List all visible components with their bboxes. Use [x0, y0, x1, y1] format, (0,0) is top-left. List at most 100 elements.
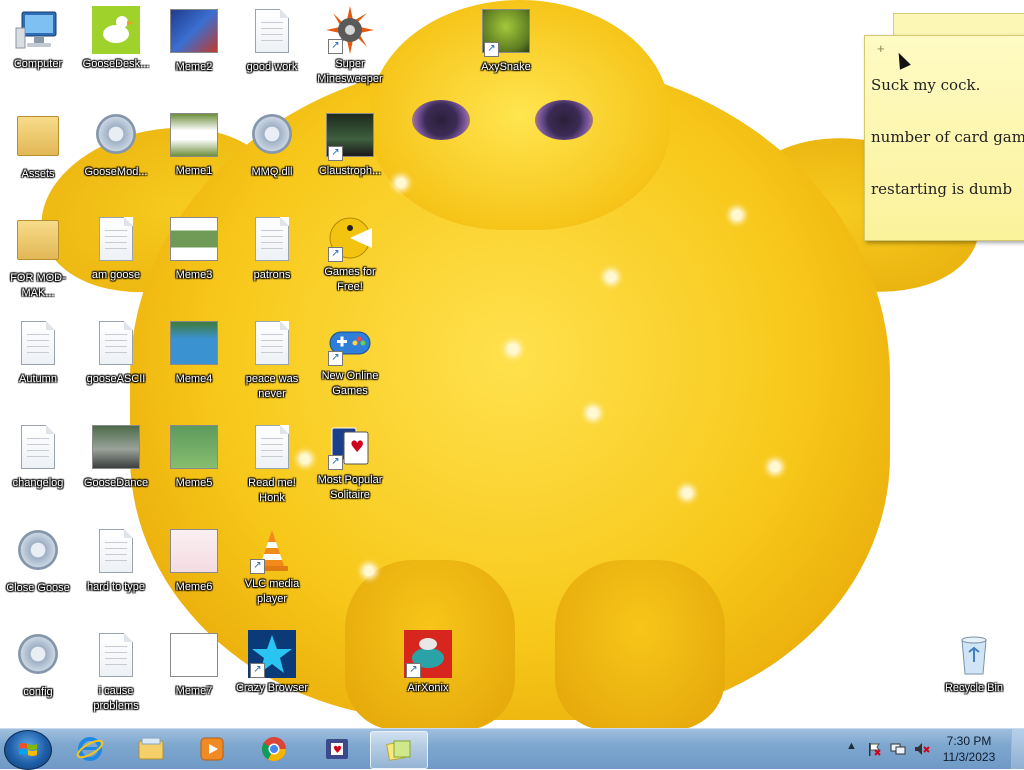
desktop-icon-label: changelog — [12, 477, 64, 489]
desktop-icon-label: Meme1 — [175, 165, 213, 177]
desktop-icon-config[interactable]: config — [0, 630, 76, 700]
taskbar-sticky-notes[interactable] — [370, 731, 428, 769]
shortcut-arrow-icon: ↗ — [250, 559, 265, 574]
desktop-icon-label: Claustroph... — [318, 165, 382, 177]
desktop-icon-meme3[interactable]: Meme3 — [156, 214, 232, 283]
desktop-icon-goose-dance[interactable]: GooseDance — [78, 422, 154, 491]
show-hidden-icons-arrow[interactable]: ▲ — [846, 740, 862, 756]
dll-file-icon — [248, 114, 296, 162]
add-note-button[interactable]: + — [877, 41, 885, 56]
shortcut-arrow-icon: ↗ — [328, 455, 343, 470]
desktop-icon-label: Meme4 — [175, 373, 213, 385]
start-button[interactable] — [4, 730, 52, 770]
desktop-icon-hard-to-type[interactable]: hard to type — [78, 526, 154, 595]
taskbar-goose-desktop[interactable]: ♥ — [309, 731, 365, 767]
desktop-icon-vlc[interactable]: ↗ VLC media player — [234, 526, 310, 607]
desktop-icon-label: Crazy Browser — [235, 682, 309, 694]
desktop-icon-good-work[interactable]: good work — [234, 6, 310, 75]
desktop-icon-goose-desktop[interactable]: GooseDesk... — [78, 6, 154, 72]
desktop-icon-autumn[interactable]: Autumn — [0, 318, 76, 387]
desktop-icon-label: Close Goose — [6, 582, 70, 594]
desktop-icon-assets[interactable]: Assets — [0, 110, 76, 182]
desktop-icon-crazy-browser[interactable]: ↗ Crazy Browser — [234, 630, 310, 696]
desktop[interactable]: Computer Assets FOR MOD-MAK... Autumn ch… — [0, 0, 1024, 728]
desktop-icon-goose-mod[interactable]: GooseMod... — [78, 110, 154, 180]
taskbar-chrome[interactable] — [246, 731, 302, 767]
desktop-icon-super-minesweeper[interactable]: ↗ Super Minesweeper — [312, 6, 388, 87]
wallpaper-sparkle — [732, 210, 742, 220]
desktop-icon-mod-maker-folder[interactable]: FOR MOD-MAK... — [0, 214, 76, 301]
chrome-icon — [261, 737, 286, 762]
desktop-icon-read-me-honk[interactable]: Read me! Honk — [234, 422, 310, 506]
action-center-flag-icon[interactable] — [866, 741, 882, 757]
sticky-note[interactable]: + Suck my cock. number of card games hat… — [864, 35, 1024, 241]
game-icon: ↗ — [326, 113, 374, 161]
desktop-icon-i-cause-problems[interactable]: i cause problems — [78, 630, 154, 714]
system-tray: ▲ 7:30 PM 11/3/2023 — [840, 729, 1024, 769]
text-document-icon — [92, 633, 140, 681]
desktop-icon-goose-ascii[interactable]: gooseASCII — [78, 318, 154, 387]
image-thumbnail-icon — [170, 113, 218, 161]
desktop-icon-meme2[interactable]: Meme2 — [156, 6, 232, 75]
desktop-icon-peace-was-never[interactable]: peace was never — [234, 318, 310, 402]
wallpaper-sparkle — [588, 408, 598, 418]
desktop-icon-label: GooseDesk... — [82, 58, 150, 70]
show-desktop-button[interactable] — [1011, 729, 1024, 769]
desktop-icon-claustrophobia[interactable]: ↗ Claustroph... — [312, 110, 388, 179]
wallpaper-eye — [535, 100, 593, 140]
taskbar-clock[interactable]: 7:30 PM 11/3/2023 — [934, 733, 1004, 765]
desktop-icon-games-for-free[interactable]: ↗ Games for Free! — [312, 214, 388, 295]
image-thumbnail-icon — [170, 217, 218, 265]
folder-icon — [14, 220, 62, 268]
folder-icon — [14, 116, 62, 164]
desktop-icon-label: AxySnake — [481, 61, 531, 73]
desktop-icon-label: GooseMod... — [84, 166, 148, 178]
text-document-icon — [14, 321, 62, 369]
network-icon[interactable] — [890, 741, 906, 757]
desktop-icon-label: hard to type — [86, 581, 146, 593]
clock-time: 7:30 PM — [946, 734, 992, 748]
desktop-icon-meme7[interactable]: Meme7 — [156, 630, 232, 699]
desktop-icon-label: am goose — [91, 269, 141, 281]
desktop-icon-solitaire[interactable]: ♥ ↗ Most Popular Solitaire — [312, 422, 388, 503]
desktop-icon-changelog[interactable]: changelog — [0, 422, 76, 491]
pacman-icon: ↗ — [326, 214, 374, 262]
text-document-icon — [248, 9, 296, 57]
desktop-icon-computer[interactable]: Computer — [0, 6, 76, 72]
volume-muted-icon[interactable] — [914, 741, 930, 757]
desktop-icon-label: Autumn — [19, 373, 57, 385]
desktop-icon-close-goose[interactable]: Close Goose — [0, 526, 76, 596]
desktop-icon-axysnake[interactable]: ↗ AxySnake — [468, 6, 544, 75]
desktop-icon-label: Recycle Bin — [944, 682, 1004, 694]
desktop-icon-recycle-bin[interactable]: Recycle Bin — [936, 630, 1012, 696]
taskbar-file-explorer[interactable] — [123, 731, 179, 767]
video-thumbnail-icon — [92, 425, 140, 473]
wallpaper-sparkle — [682, 488, 692, 498]
shortcut-arrow-icon: ↗ — [328, 351, 343, 366]
text-document-icon — [92, 529, 140, 577]
text-document-icon — [92, 217, 140, 265]
desktop-icon-meme1[interactable]: Meme1 — [156, 110, 232, 179]
taskbar-internet-explorer[interactable] — [62, 731, 118, 767]
desktop-icon-meme5[interactable]: Meme5 — [156, 422, 232, 491]
desktop-icon-label: AirXonix — [407, 682, 449, 694]
desktop-icon-new-online-games[interactable]: ↗ New Online Games — [312, 318, 388, 399]
desktop-icon-label: GooseDance — [83, 477, 149, 489]
desktop-icon-label: New Online Games — [321, 370, 379, 397]
image-thumbnail-icon — [170, 9, 218, 57]
desktop-icon-meme4[interactable]: Meme4 — [156, 318, 232, 387]
desktop-icon-meme6[interactable]: Meme6 — [156, 526, 232, 595]
sticky-note-text[interactable]: Suck my cock. number of card games hater… — [871, 72, 1024, 202]
image-thumbnail-icon — [170, 425, 218, 473]
desktop-icon-airxonix[interactable]: ↗ AirXonix — [390, 630, 466, 696]
shortcut-arrow-icon: ↗ — [328, 39, 343, 54]
snake-game-icon: ↗ — [482, 9, 530, 57]
desktop-icon-label: Games for Free! — [324, 266, 376, 293]
desktop-icon-mmq-dll[interactable]: MMQ.dll — [234, 110, 310, 180]
desktop-icon-am-goose[interactable]: am goose — [78, 214, 154, 283]
text-document-icon — [248, 321, 296, 369]
desktop-icon-label: VLC media player — [244, 578, 300, 605]
desktop-icon-patrons[interactable]: patrons — [234, 214, 310, 283]
image-thumbnail-icon — [170, 633, 218, 681]
taskbar-media-player[interactable] — [184, 731, 240, 767]
